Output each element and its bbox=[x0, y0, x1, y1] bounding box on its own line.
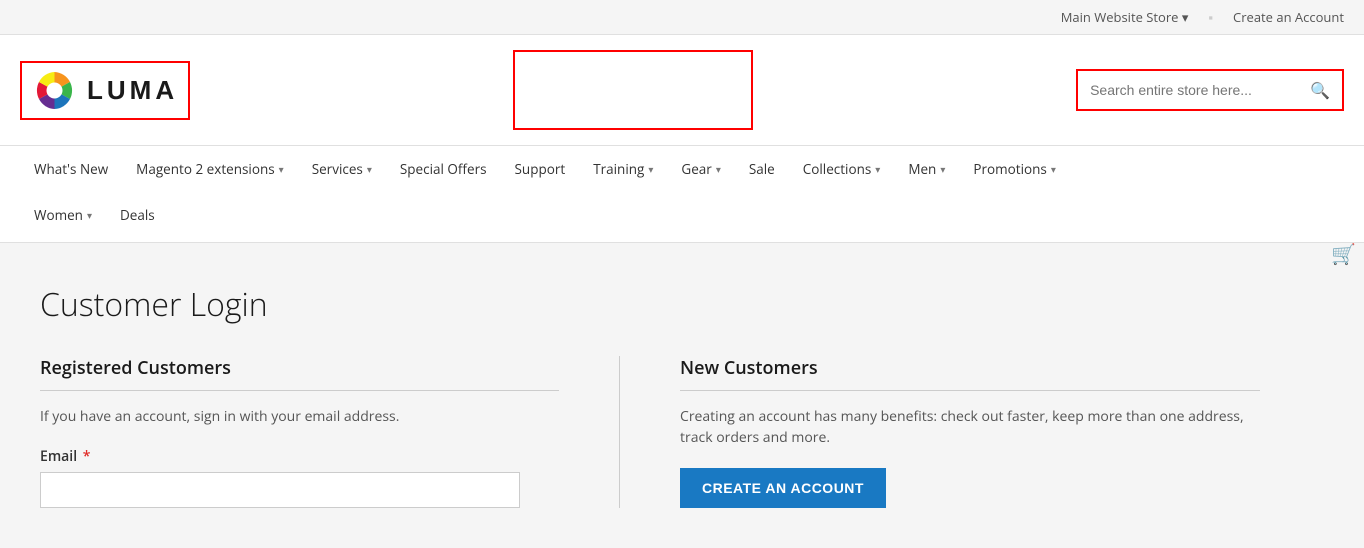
nav-item-deals[interactable]: Deals bbox=[106, 192, 169, 238]
nav-item-whats-new[interactable]: What's New bbox=[20, 146, 122, 192]
header-middle bbox=[210, 50, 1056, 130]
chevron-icon: ▾ bbox=[648, 162, 653, 176]
new-customers-title: New Customers bbox=[680, 356, 1260, 391]
nav-item-collections[interactable]: Collections ▾ bbox=[789, 146, 895, 192]
registered-customers-description: If you have an account, sign in with you… bbox=[40, 406, 559, 427]
cart-icon-wrapper[interactable]: 🛒 bbox=[1331, 240, 1356, 267]
nav-item-men[interactable]: Men ▾ bbox=[894, 146, 959, 192]
create-account-button[interactable]: Create an Account bbox=[680, 468, 886, 508]
store-switcher[interactable]: Main Website Store ▾ bbox=[1061, 8, 1189, 26]
registered-customers-title: Registered Customers bbox=[40, 356, 559, 391]
logo[interactable]: LUMA bbox=[20, 61, 190, 120]
email-field[interactable] bbox=[40, 472, 520, 508]
content-area: Customer Login Registered Customers If y… bbox=[0, 243, 1364, 548]
chevron-icon: ▾ bbox=[279, 162, 284, 176]
store-label: Main Website Store bbox=[1061, 8, 1179, 26]
nav-item-support[interactable]: Support bbox=[501, 146, 580, 192]
chevron-icon: ▾ bbox=[367, 162, 372, 176]
registered-customers-section: Registered Customers If you have an acco… bbox=[40, 356, 620, 508]
nav-row-1: What's New Magento 2 extensions ▾ Servic… bbox=[20, 146, 1344, 192]
search-input[interactable] bbox=[1090, 82, 1310, 98]
nav-item-sale[interactable]: Sale bbox=[735, 146, 789, 192]
nav-item-special-offers[interactable]: Special Offers bbox=[386, 146, 501, 192]
new-customers-description: Creating an account has many benefits: c… bbox=[680, 406, 1260, 448]
create-account-topbar-link[interactable]: Create an Account bbox=[1233, 8, 1344, 26]
logo-icon bbox=[32, 68, 77, 113]
separator: ▪ bbox=[1208, 8, 1213, 26]
cart-icon[interactable]: 🛒 bbox=[1331, 240, 1356, 267]
navigation: What's New Magento 2 extensions ▾ Servic… bbox=[0, 146, 1364, 243]
chevron-icon: ▾ bbox=[1051, 162, 1056, 176]
nav-item-promotions[interactable]: Promotions ▾ bbox=[959, 146, 1069, 192]
nav-item-training[interactable]: Training ▾ bbox=[579, 146, 667, 192]
header-middle-box bbox=[513, 50, 753, 130]
required-indicator: * bbox=[79, 447, 90, 466]
search-box: 🔍 bbox=[1076, 69, 1344, 111]
email-label: Email * bbox=[40, 447, 559, 466]
new-customers-section: New Customers Creating an account has ma… bbox=[680, 356, 1260, 508]
search-icon[interactable]: 🔍 bbox=[1310, 79, 1330, 101]
logo-text: LUMA bbox=[87, 75, 178, 106]
chevron-icon: ▾ bbox=[875, 162, 880, 176]
two-column-layout: Registered Customers If you have an acco… bbox=[40, 356, 1324, 508]
store-arrow-icon: ▾ bbox=[1182, 8, 1189, 26]
nav-item-magento2[interactable]: Magento 2 extensions ▾ bbox=[122, 146, 298, 192]
nav-row-2: Women ▾ Deals bbox=[20, 192, 1344, 242]
top-bar: Main Website Store ▾ ▪ Create an Account bbox=[0, 0, 1364, 35]
page-title: Customer Login bbox=[40, 283, 1324, 326]
nav-item-gear[interactable]: Gear ▾ bbox=[667, 146, 734, 192]
header: LUMA 🔍 bbox=[0, 35, 1364, 146]
chevron-icon: ▾ bbox=[940, 162, 945, 176]
nav-item-services[interactable]: Services ▾ bbox=[298, 146, 386, 192]
chevron-icon: ▾ bbox=[716, 162, 721, 176]
chevron-icon: ▾ bbox=[87, 208, 92, 222]
nav-item-women[interactable]: Women ▾ bbox=[20, 192, 106, 238]
